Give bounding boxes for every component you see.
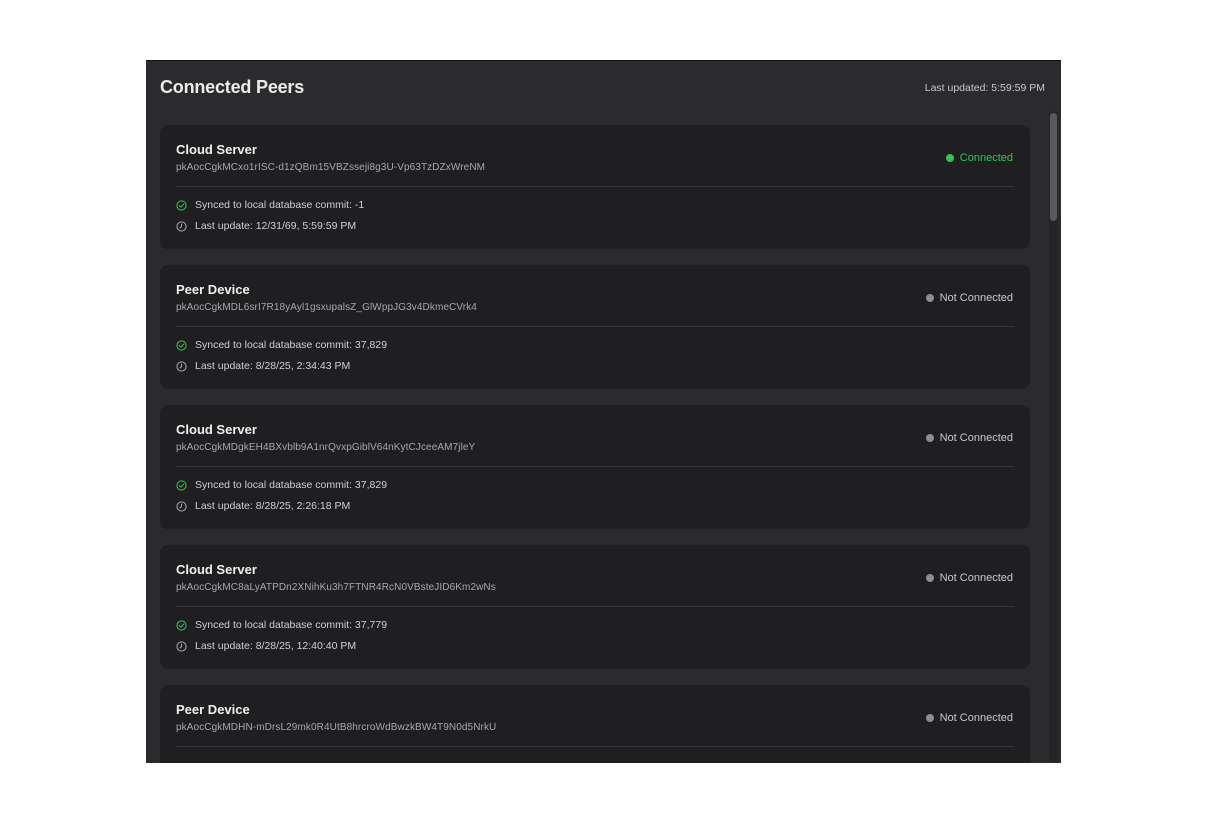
peer-key: pkAocCgkMDL6srI7R18yAyl1gsxupalsZ_GlWppJ… (176, 302, 477, 313)
peer-key: pkAocCgkMDgkEH4BXvblb9A1nrQvxpGiblV64nKy… (176, 442, 476, 453)
check-circle-icon (176, 619, 187, 631)
last-update-text: Last update: 8/28/25, 12:40:40 PM (195, 640, 357, 652)
peer-card[interactable]: Peer Device pkAocCgkMDL6srI7R18yAyl1gsxu… (160, 265, 1030, 389)
sync-row: Synced to local database commit: 37,779 (176, 619, 387, 631)
divider (176, 606, 1014, 607)
connection-status: Not Connected (925, 432, 1013, 444)
status-dot-icon (925, 294, 934, 302)
last-update-text: Last update: 8/28/25, 2:34:43 PM (195, 360, 351, 372)
clock-icon (176, 360, 187, 372)
last-updated-label: Last updated: 5:59:59 PM (924, 82, 1045, 94)
sync-text: Synced to local database commit: -1 (195, 199, 365, 211)
status-label: Not Connected (939, 292, 1013, 304)
peer-name: Peer Device (176, 702, 250, 717)
divider (176, 186, 1014, 187)
peer-name: Cloud Server (176, 142, 257, 157)
last-update-row: Last update: 8/28/25, 12:40:40 PM (176, 640, 356, 652)
status-dot-icon (925, 434, 934, 442)
status-dot-icon (945, 154, 954, 162)
peer-card[interactable]: Cloud Server pkAocCgkMC8aLyATPDn2XNihKu3… (160, 545, 1030, 669)
last-update-row: Last update: 8/28/25, 2:34:43 PM (176, 360, 350, 372)
page-title: Connected Peers (160, 77, 305, 97)
status-label: Not Connected (939, 712, 1013, 724)
sync-text: Synced to local database commit: 37,829 (195, 479, 388, 491)
status-label: Connected (959, 152, 1013, 164)
peer-card[interactable]: Peer Device pkAocCgkMDHN-mDrsL29mk0R4UtB… (160, 685, 1030, 763)
peer-card[interactable]: Cloud Server pkAocCgkMDgkEH4BXvblb9A1nrQ… (160, 405, 1030, 529)
sync-row: Synced to local database commit: 37,829 (176, 339, 387, 351)
check-circle-icon (176, 199, 187, 211)
divider (176, 326, 1014, 327)
peer-list: Cloud Server pkAocCgkMCxo1rISC-d1zQBm15V… (160, 125, 1030, 763)
status-dot-icon (925, 574, 934, 582)
peer-key: pkAocCgkMCxo1rISC-d1zQBm15VBZsseji8g3U-V… (176, 162, 486, 173)
status-dot-icon (925, 714, 934, 722)
connection-status: Connected (945, 152, 1013, 164)
scrollbar[interactable] (1049, 111, 1058, 763)
clock-icon (176, 500, 187, 512)
last-update-text: Last update: 8/28/25, 2:26:18 PM (195, 500, 351, 512)
header: Connected Peers Last updated: 5:59:59 PM (146, 61, 1061, 113)
divider (176, 746, 1014, 747)
divider (176, 466, 1014, 467)
peers-window: Connected Peers Last updated: 5:59:59 PM… (146, 60, 1061, 763)
peer-name: Cloud Server (176, 422, 257, 437)
peer-card[interactable]: Cloud Server pkAocCgkMCxo1rISC-d1zQBm15V… (160, 125, 1030, 249)
peer-key: pkAocCgkMC8aLyATPDn2XNihKu3h7FTNR4RcN0VB… (176, 582, 496, 593)
scrollbar-thumb[interactable] (1050, 113, 1057, 221)
connection-status: Not Connected (925, 712, 1013, 724)
peer-list-scroll-area[interactable]: Cloud Server pkAocCgkMCxo1rISC-d1zQBm15V… (146, 113, 1061, 763)
status-label: Not Connected (939, 572, 1013, 584)
sync-text: Synced to local database commit: 37,779 (195, 619, 388, 631)
status-label: Not Connected (939, 432, 1013, 444)
clock-icon (176, 640, 187, 652)
last-update-row: Last update: 12/31/69, 5:59:59 PM (176, 220, 356, 232)
last-update-text: Last update: 12/31/69, 5:59:59 PM (195, 220, 357, 232)
peer-name: Peer Device (176, 282, 250, 297)
connection-status: Not Connected (925, 292, 1013, 304)
sync-row: Synced to local database commit: 37,829 (176, 479, 387, 491)
sync-row: Synced to local database commit: -1 (176, 199, 364, 211)
peer-key: pkAocCgkMDHN-mDrsL29mk0R4UtB8hrcroWdBwzk… (176, 722, 497, 733)
clock-icon (176, 220, 187, 232)
check-circle-icon (176, 339, 187, 351)
sync-text: Synced to local database commit: 37,829 (195, 339, 388, 351)
connection-status: Not Connected (925, 572, 1013, 584)
last-update-row: Last update: 8/28/25, 2:26:18 PM (176, 500, 350, 512)
check-circle-icon (176, 479, 187, 491)
peer-name: Cloud Server (176, 562, 257, 577)
